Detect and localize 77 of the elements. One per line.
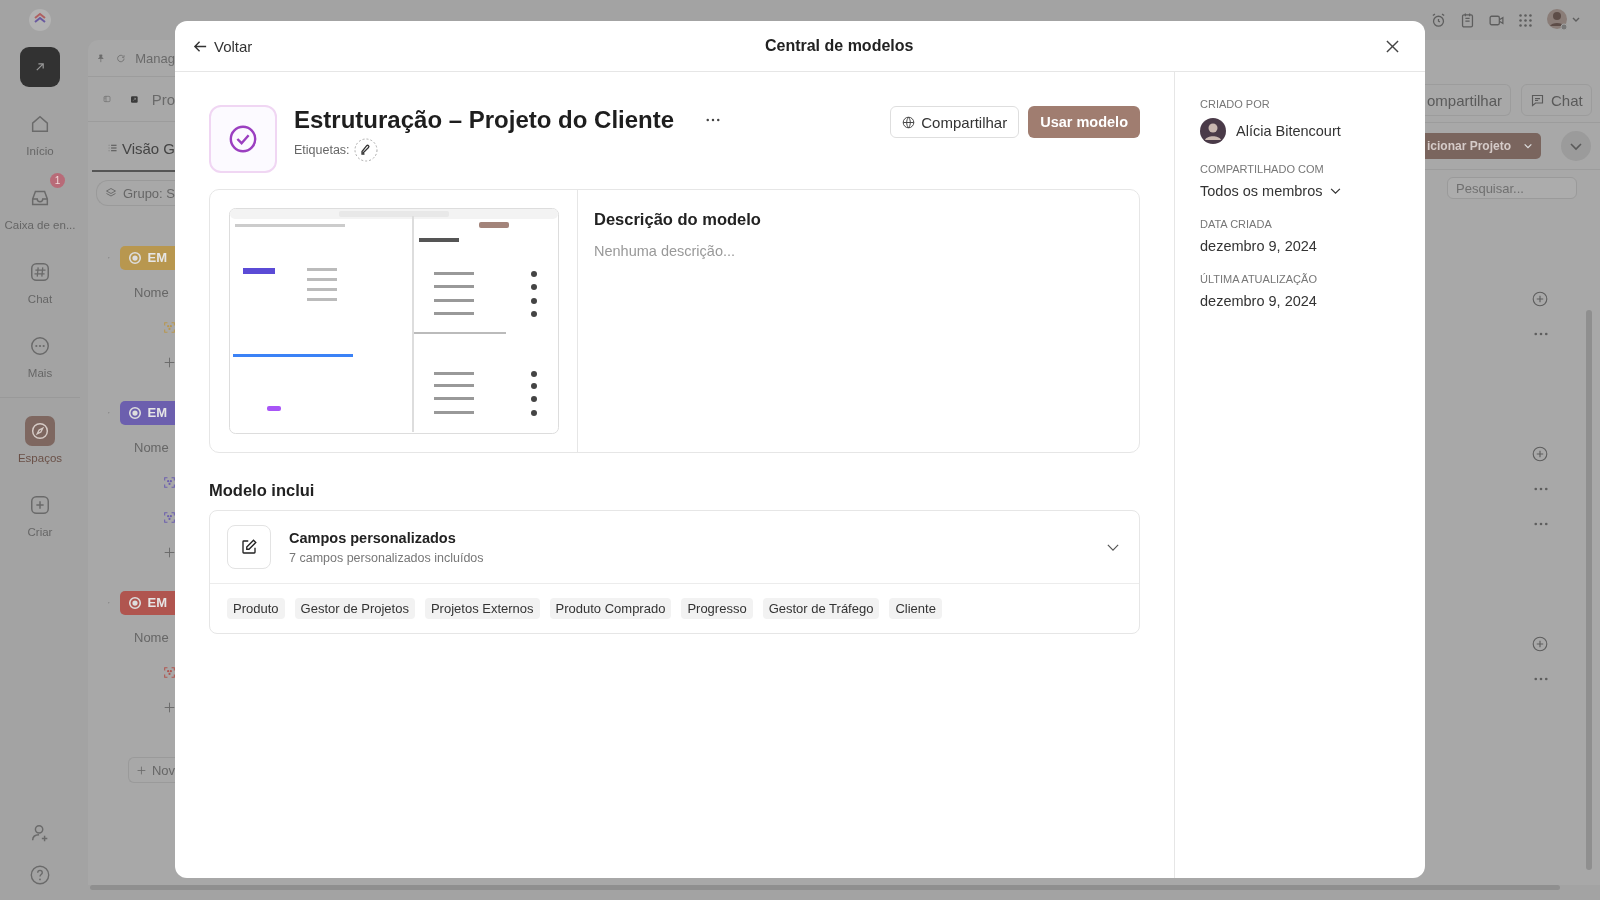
sidebar-item[interactable]: Criar	[2, 490, 78, 538]
add-column-icon[interactable]	[1532, 290, 1548, 307]
field-tag: Progresso	[681, 598, 753, 619]
close-icon[interactable]	[1386, 39, 1399, 53]
chat-button[interactable]: Chat	[1521, 84, 1592, 116]
scrollbar[interactable]	[1586, 310, 1592, 870]
detail-label: COMPARTILHADO COM	[1200, 163, 1325, 175]
add-project-button[interactable]: icionar Projeto	[1425, 133, 1542, 159]
edit-field-icon	[227, 525, 271, 569]
chat-icon	[1530, 92, 1546, 108]
back-link[interactable]: Voltar	[193, 37, 253, 55]
detail-label: CRIADO POR	[1200, 98, 1271, 110]
use-template-button[interactable]: Usar modelo	[1028, 106, 1140, 138]
column-header: Nome	[133, 285, 169, 300]
scrollbar[interactable]	[90, 885, 1560, 890]
sidebar-item[interactable]: Espaços	[2, 416, 78, 464]
task-icon	[164, 665, 175, 680]
apps-grid-icon[interactable]	[1517, 11, 1534, 29]
add-tag-icon[interactable]	[353, 138, 378, 162]
creator-name: Alícia Bitencourt	[1236, 123, 1341, 139]
status-icon	[127, 405, 142, 420]
status-icon	[127, 250, 142, 265]
workspace-icon[interactable]	[20, 47, 60, 87]
tags-label: Etiquetas:	[294, 143, 350, 157]
detail-value: dezembro 9, 2024	[1200, 293, 1317, 309]
detail-label: DATA CRIADA	[1200, 218, 1273, 230]
description-heading: Descrição do modelo	[594, 210, 761, 229]
chevron-icon[interactable]	[1107, 543, 1119, 551]
template-title: Estruturação – Projeto do Cliente	[294, 106, 675, 134]
status-pill[interactable]: EM	[119, 400, 175, 425]
field-tag: Cliente	[889, 598, 942, 619]
field-tag: Produto	[227, 598, 285, 619]
field-tag: Gestor de Projetos	[294, 598, 415, 619]
user-avatar	[1200, 118, 1226, 144]
status-icon	[127, 595, 142, 610]
sharing-dropdown[interactable]: Todos os membros	[1200, 183, 1341, 199]
globe-icon	[902, 115, 916, 129]
caret-icon	[1523, 141, 1534, 151]
status-pill[interactable]: EM	[119, 245, 175, 270]
template-icon	[209, 105, 277, 173]
notification-badge: 1	[50, 173, 65, 188]
add-task-icon[interactable]	[164, 701, 175, 714]
field-tag: Gestor de Tráfego	[762, 598, 880, 619]
sidebar-item[interactable]: Início	[2, 109, 78, 157]
add-task-icon[interactable]	[164, 546, 175, 559]
add-column-icon[interactable]	[1532, 635, 1548, 652]
collapse-chevron-icon[interactable]	[1561, 131, 1592, 161]
detail-value: dezembro 9, 2024	[1200, 238, 1317, 254]
compass-icon	[25, 416, 55, 446]
dialog-title: Central de modelos	[764, 37, 914, 55]
app-logo-icon[interactable]	[28, 8, 52, 32]
item-subtitle: 7 campos personalizados incluídos	[289, 550, 485, 565]
task-icon	[164, 510, 175, 525]
help-icon[interactable]	[29, 864, 51, 886]
add-column-icon[interactable]	[1532, 445, 1548, 462]
detail-label: ÚLTIMA ATUALIZAÇÃO	[1200, 273, 1318, 285]
alarm-clock-icon[interactable]	[1430, 11, 1447, 29]
breadcrumb-link[interactable]: Manag	[135, 50, 175, 66]
column-header: Nome	[133, 440, 169, 455]
search-field[interactable]: Pesquisar...	[1447, 177, 1577, 199]
description-placeholder[interactable]: Nenhuma descrição...	[594, 243, 761, 259]
field-tag: Produto Comprado	[549, 598, 672, 619]
chevron-icon	[1329, 187, 1341, 195]
share-button[interactable]: Compartilhar	[890, 106, 1020, 138]
add-task-icon[interactable]	[164, 356, 175, 369]
project-title: Pro	[151, 90, 175, 108]
notepad-icon[interactable]	[1459, 11, 1476, 29]
sidebar-item[interactable]: Chat	[2, 257, 78, 305]
task-icon	[164, 320, 175, 335]
task-icon	[164, 475, 175, 490]
column-header: Nome	[133, 630, 169, 645]
status-pill[interactable]: EM	[119, 590, 175, 615]
field-tag: Projetos Externos	[424, 598, 540, 619]
item-title: Campos personalizados	[289, 529, 457, 546]
section-heading: Modelo inclui	[209, 481, 316, 500]
more-options-icon[interactable]	[706, 118, 721, 122]
sidebar-item[interactable]: Mais	[2, 331, 78, 379]
